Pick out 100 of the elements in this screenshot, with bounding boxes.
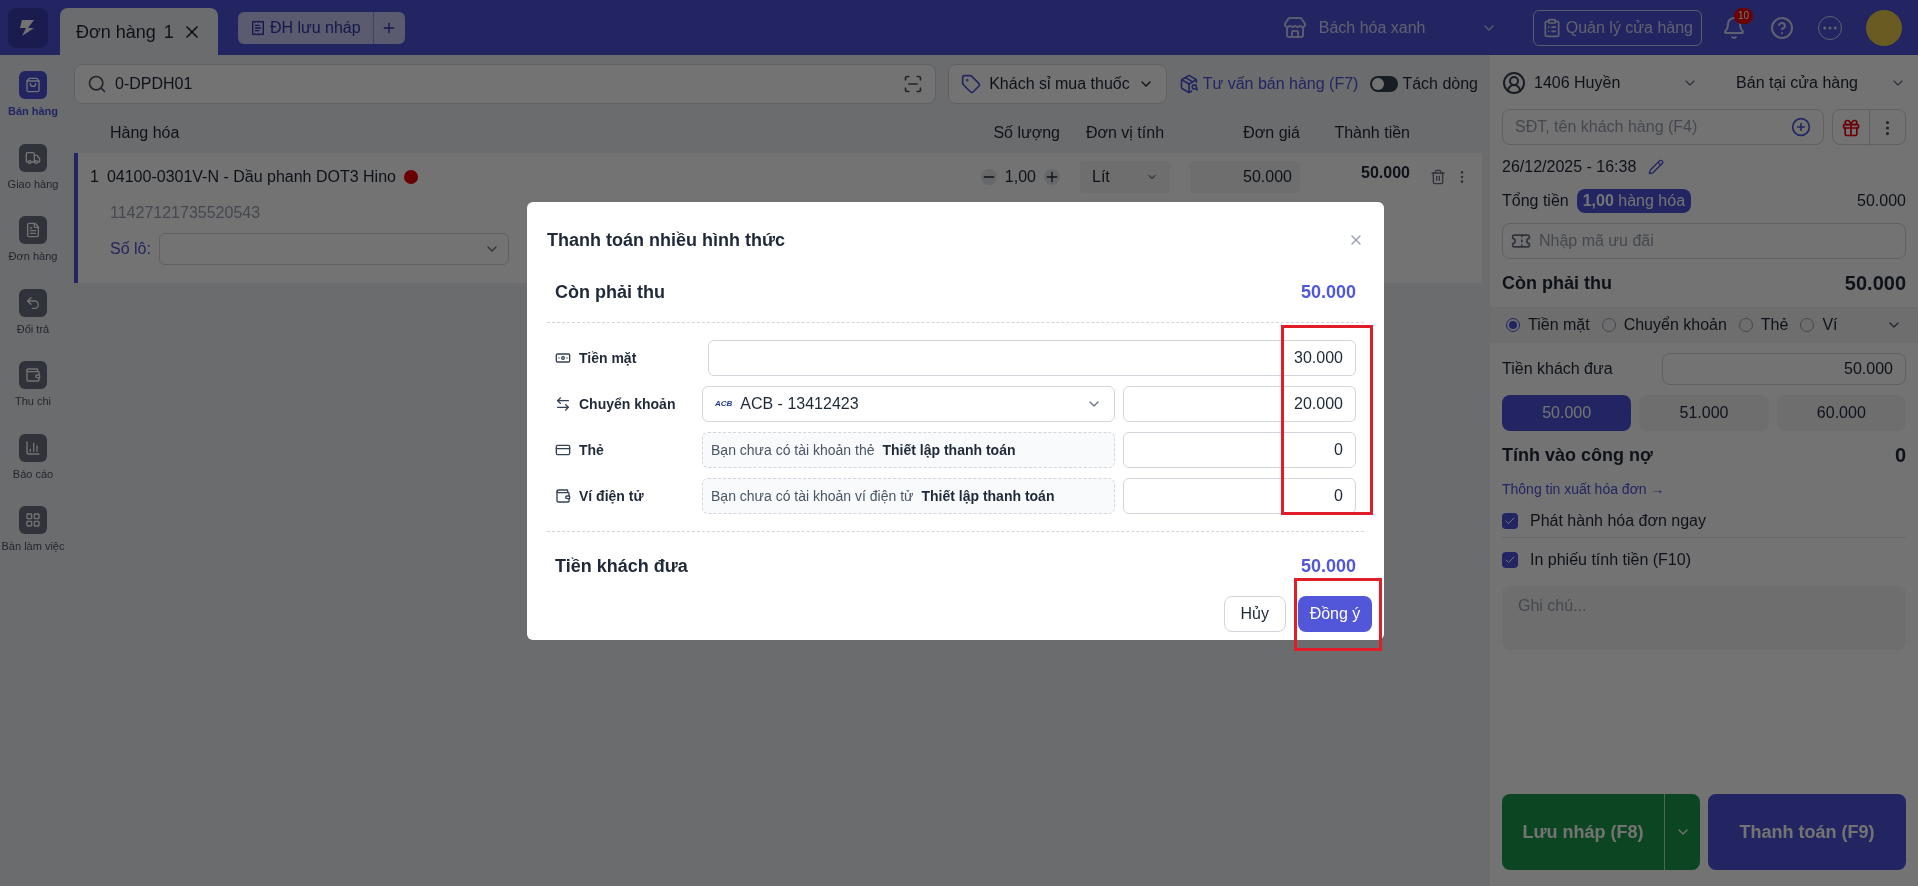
column-header: Đơn vị tính	[1084, 123, 1166, 143]
sidebar-item[interactable]: Giao hàng	[0, 143, 66, 192]
bank-account-select[interactable]: ACB ACB - 13412423	[701, 386, 1115, 422]
notification-badge: 10	[1734, 7, 1754, 24]
order-tab[interactable]: Đơn hàng 1	[60, 8, 218, 55]
method-label: Tiền mặt	[579, 349, 637, 368]
payment-method-radio[interactable]: Ví	[1800, 313, 1838, 337]
sidebar-item[interactable]: Thu chi	[0, 361, 66, 410]
app-logo-icon	[8, 7, 48, 48]
plus-icon[interactable]	[1044, 169, 1060, 185]
wallet-icon	[25, 367, 41, 383]
check-icon	[1504, 554, 1516, 566]
lot-label: Số lô:	[110, 239, 151, 259]
return-icon	[25, 294, 41, 311]
confirm-button[interactable]: Đồng ý	[1298, 596, 1372, 632]
trash-icon[interactable]	[1430, 169, 1446, 185]
unit-dropdown[interactable]: Lít	[1080, 161, 1170, 193]
due-value: 50.000	[1844, 271, 1906, 296]
search-bar[interactable]: 0-DPDH01	[74, 64, 937, 104]
paid-amount-field[interactable]: 50.000	[1662, 353, 1906, 385]
help-icon[interactable]	[1770, 15, 1794, 40]
payment-method-radio[interactable]: Tiền mặt	[1506, 313, 1590, 337]
paid-label: Tiền khách đưa	[1502, 359, 1614, 379]
chart-icon	[25, 439, 41, 456]
setup-link[interactable]: Thiết lập thanh toán	[882, 440, 1016, 460]
due-value: 50.000	[1300, 281, 1356, 304]
option-checkbox[interactable]	[1502, 552, 1518, 568]
paid-label: Tiền khách đưa	[555, 555, 688, 578]
notice-text: Bạn chưa có tài khoản ví điện tử	[711, 487, 914, 506]
sales-channel[interactable]: Bán tại cửa hàng	[1736, 71, 1858, 95]
price-value[interactable]: 50.000	[1190, 161, 1300, 193]
tab-count: 1	[163, 20, 174, 44]
banknote-icon	[555, 350, 571, 366]
debt-value: 0	[1894, 443, 1906, 468]
amount-field[interactable]: 0	[1123, 478, 1356, 514]
quantity-value[interactable]: 1,00	[1000, 165, 1040, 189]
add-order-button[interactable]	[372, 11, 405, 44]
column-header: Số lượng	[992, 123, 1060, 143]
quick-amount-button[interactable]: 51.000	[1639, 395, 1769, 431]
option-checkbox[interactable]	[1502, 513, 1518, 529]
due-label: Còn phải thu	[1502, 272, 1612, 295]
search-field[interactable]: 0-DPDH01	[115, 72, 896, 96]
toggle-label: Tách dòng	[1402, 74, 1478, 94]
receipt-icon	[249, 19, 266, 36]
scan-icon[interactable]	[903, 74, 924, 94]
avatar[interactable]	[1866, 9, 1902, 46]
amount-field[interactable]: 20.000	[1123, 386, 1356, 422]
tag-icon	[961, 74, 982, 94]
staff-name[interactable]: 1406 Huyền	[1534, 71, 1674, 95]
sidebar-item[interactable]: Đơn hàng	[0, 216, 66, 265]
minus-icon[interactable]	[980, 169, 997, 185]
edit-icon[interactable]	[1648, 159, 1665, 175]
total-label: Tổng tiền	[1502, 191, 1569, 211]
payment-method-radio[interactable]: Thẻ	[1738, 313, 1789, 337]
store-icon	[1282, 15, 1307, 40]
debt-label: Tính vào công nợ	[1502, 444, 1653, 467]
quick-amount-button[interactable]: 60.000	[1776, 395, 1906, 431]
product-name[interactable]: 04100-0301V-N - Dầu phanh DOT3 Hino	[106, 165, 396, 189]
card-icon	[555, 442, 571, 458]
paid-value: 50.000	[1300, 555, 1356, 578]
sales-advice-link[interactable]: Tư vấn bán hàng (F7)	[1178, 72, 1359, 96]
total-value: 50.000	[1360, 163, 1410, 183]
price-list-dropdown[interactable]: Khách sỉ mua thuốc	[948, 64, 1167, 104]
option-label: Phát hành hóa đơn ngay	[1530, 511, 1706, 531]
quick-amount-button[interactable]: 50.000	[1502, 395, 1632, 431]
ticket-icon	[1511, 231, 1531, 251]
payment-method-radio[interactable]: Chuyển khoản	[1601, 313, 1727, 337]
notice-text: Bạn chưa có tài khoản thẻ	[711, 441, 875, 460]
save-draft-button[interactable]: Lưu nháp (F8)	[1502, 794, 1664, 870]
sidebar-item[interactable]: Báo cáo	[0, 433, 66, 482]
cash-amount-field[interactable]: 30.000	[708, 340, 1356, 376]
split-line-toggle[interactable]	[1370, 76, 1399, 92]
column-header: Đơn giá	[1242, 123, 1300, 143]
user-icon	[1502, 71, 1526, 95]
document-icon	[25, 222, 41, 238]
truck-icon	[25, 149, 41, 166]
row-index: 1	[90, 167, 99, 187]
sidebar-item[interactable]: Đổi trả	[0, 288, 66, 337]
add-icon[interactable]	[1791, 117, 1811, 137]
invoice-info-link[interactable]: Thông tin xuất hóa đơn →	[1502, 479, 1906, 499]
tab-label: Đơn hàng	[76, 20, 156, 44]
draft-orders-button[interactable]: ĐH lưu nháp	[237, 11, 373, 44]
method-label: Ví điện tử	[579, 487, 644, 506]
grid-icon	[25, 512, 41, 528]
setup-link[interactable]: Thiết lập thanh toán	[921, 486, 1055, 506]
check-icon	[1504, 515, 1516, 527]
bag-icon	[25, 77, 41, 93]
draft-options-button[interactable]	[1664, 794, 1700, 870]
cancel-button[interactable]: Hủy	[1223, 596, 1286, 632]
method-label: Chuyển khoản	[579, 395, 676, 414]
sidebar-item[interactable]: Bán hàng	[0, 71, 66, 120]
box-icon	[1178, 74, 1199, 94]
order-datetime: 26/12/2025 - 16:38	[1502, 157, 1637, 177]
total-value: 50.000	[1857, 191, 1906, 211]
search-icon	[87, 74, 107, 94]
amount-field[interactable]: 0	[1123, 432, 1356, 468]
method-label: Thẻ	[579, 441, 604, 460]
checkout-button[interactable]: Thanh toán (F9)	[1708, 794, 1906, 870]
dialog-title: Thanh toán nhiều hình thức	[547, 229, 785, 252]
sidebar-item[interactable]: Bàn làm việc	[0, 506, 66, 555]
